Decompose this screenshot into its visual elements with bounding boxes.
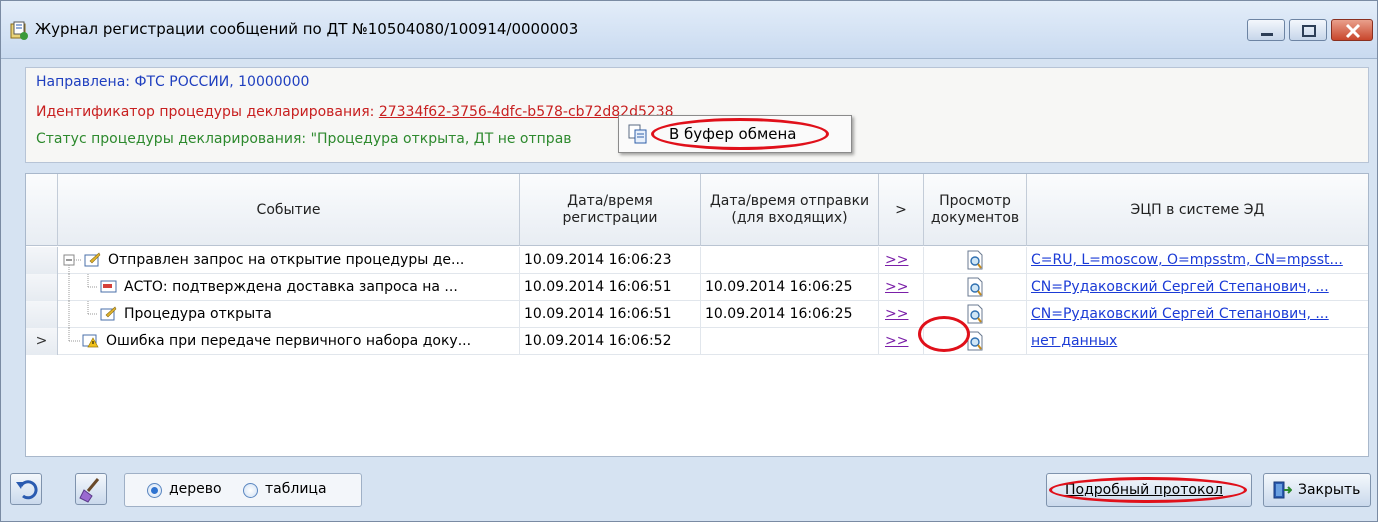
arrow-cell: >> xyxy=(879,274,924,301)
details-link[interactable]: >> xyxy=(885,279,908,295)
highlight-oval xyxy=(1049,477,1247,503)
minimize-button[interactable] xyxy=(1247,19,1285,41)
close-button[interactable]: Закрыть xyxy=(1263,473,1371,507)
ecp-cell: CN=Рудаковский Сергей Степанович, ... xyxy=(1027,301,1368,328)
view-document-icon[interactable] xyxy=(966,277,984,297)
send-date xyxy=(701,247,879,274)
table-row[interactable]: Отправлен запрос на открытие процедуры д… xyxy=(26,247,1368,274)
procedure-opened-icon xyxy=(100,306,117,321)
ecp-cell: CN=Рудаковский Сергей Степанович, ... xyxy=(1027,274,1368,301)
undo-icon xyxy=(16,480,38,500)
procedure-id-line: Идентификатор процедуры декларирования: … xyxy=(36,104,674,120)
radio-tree[interactable] xyxy=(147,483,162,498)
directed-to-text: Направлена: ФТС РОССИИ, 10000000 xyxy=(36,74,310,90)
journal-app-icon xyxy=(10,21,28,40)
broom-icon xyxy=(79,478,100,503)
arrow-cell: >> xyxy=(879,301,924,328)
event-text: Отправлен запрос на открытие процедуры д… xyxy=(104,247,520,274)
table-row[interactable]: АСТО: подтверждена доставка запроса на .… xyxy=(26,274,1368,301)
journal-window: Журнал регистрации сообщений по ДТ №1050… xyxy=(0,0,1378,522)
send-date xyxy=(701,328,879,355)
row-header-corner xyxy=(26,174,58,246)
context-menu: В буфер обмена xyxy=(618,115,852,153)
reg-date: 10.09.2014 16:06:51 xyxy=(520,301,701,328)
clear-button[interactable] xyxy=(75,473,107,505)
close-icon xyxy=(1345,23,1361,39)
events-table: Событие Дата/время регистрации Дата/врем… xyxy=(25,173,1369,457)
window-title: Журнал регистрации сообщений по ДТ №1050… xyxy=(35,20,579,38)
details-link[interactable]: >> xyxy=(885,252,908,268)
view-docs-cell xyxy=(924,247,1027,274)
view-mode-switch: дерево таблица xyxy=(124,473,362,507)
close-label: Закрыть xyxy=(1298,482,1361,498)
highlight-oval xyxy=(651,118,829,150)
maximize-button[interactable] xyxy=(1289,19,1327,41)
col-view-docs[interactable]: Просмотр документов xyxy=(924,174,1027,246)
details-link[interactable]: >> xyxy=(885,333,908,349)
event-text: Ошибка при передаче первичного набора до… xyxy=(102,328,520,355)
procedure-id-label: Идентификатор процедуры декларирования: xyxy=(36,104,379,120)
highlight-oval xyxy=(918,316,970,352)
table-row[interactable]: > Ошибка при передаче первичного набора … xyxy=(26,328,1368,355)
detailed-protocol-button[interactable]: Подробный протокол xyxy=(1046,473,1252,507)
procedure-status-text: Статус процедуры декларирования: "Процед… xyxy=(36,131,572,147)
event-text: Процедура открыта xyxy=(120,301,520,328)
send-date: 10.09.2014 16:06:25 xyxy=(701,301,879,328)
ecp-link[interactable]: CN=Рудаковский Сергей Степанович, ... xyxy=(1031,279,1329,295)
close-window-button[interactable] xyxy=(1331,19,1373,41)
view-document-icon[interactable] xyxy=(966,304,984,324)
exit-door-icon xyxy=(1273,481,1292,499)
table-row[interactable]: Процедура открыта 10.09.2014 16:06:51 10… xyxy=(26,301,1368,328)
ecp-cell: C=RU, L=moscow, O=mpsstm, CN=mpsst... xyxy=(1027,247,1368,274)
view-docs-cell xyxy=(924,274,1027,301)
details-link[interactable]: >> xyxy=(885,306,908,322)
ecp-link[interactable]: нет данных xyxy=(1031,333,1117,349)
reg-date: 10.09.2014 16:06:52 xyxy=(520,328,701,355)
delivery-confirmation-icon xyxy=(100,280,117,293)
minimize-icon xyxy=(1261,33,1273,36)
col-reg-date[interactable]: Дата/время регистрации xyxy=(520,174,701,246)
col-send-date[interactable]: Дата/время отправки (для входящих) xyxy=(701,174,879,246)
view-document-icon[interactable] xyxy=(966,250,984,270)
title-bar[interactable]: Журнал регистрации сообщений по ДТ №1050… xyxy=(1,1,1377,59)
send-date: 10.09.2014 16:06:25 xyxy=(701,274,879,301)
col-ecp[interactable]: ЭЦП в системе ЭД xyxy=(1027,174,1368,246)
radio-table-label[interactable]: таблица xyxy=(265,481,327,497)
arrow-cell: >> xyxy=(879,247,924,274)
undo-button[interactable] xyxy=(10,473,42,505)
ecp-cell: нет данных xyxy=(1027,328,1368,355)
table-header: Событие Дата/время регистрации Дата/врем… xyxy=(26,174,1368,246)
col-event[interactable]: Событие xyxy=(58,174,520,246)
warning-icon xyxy=(82,334,99,348)
radio-tree-label[interactable]: дерево xyxy=(169,481,222,497)
outgoing-message-icon xyxy=(84,252,101,267)
ecp-link[interactable]: CN=Рудаковский Сергей Степанович, ... xyxy=(1031,306,1329,322)
reg-date: 10.09.2014 16:06:23 xyxy=(520,247,701,274)
copy-icon xyxy=(628,124,647,144)
col-arrow[interactable]: > xyxy=(879,174,924,246)
reg-date: 10.09.2014 16:06:51 xyxy=(520,274,701,301)
radio-table[interactable] xyxy=(243,483,258,498)
event-text: АСТО: подтверждена доставка запроса на .… xyxy=(120,274,520,301)
ecp-link[interactable]: C=RU, L=moscow, O=mpsstm, CN=mpsst... xyxy=(1031,252,1343,268)
maximize-icon xyxy=(1302,25,1316,37)
